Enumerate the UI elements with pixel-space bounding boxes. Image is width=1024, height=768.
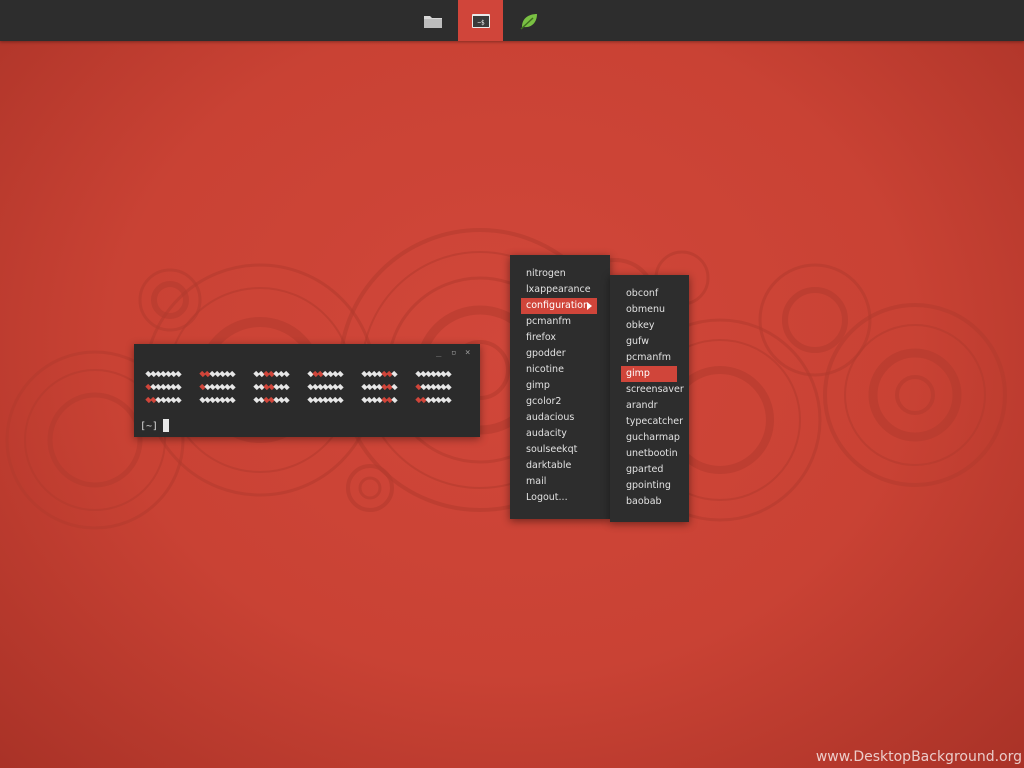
submenu-item-label: gucharmap <box>626 432 680 443</box>
text-cursor <box>163 419 169 432</box>
submenu-item-obconf[interactable]: obconf <box>621 286 677 302</box>
menu-item-label: gimp <box>526 380 550 391</box>
close-button[interactable]: × <box>465 348 470 358</box>
menu-item-firefox[interactable]: firefox <box>521 330 597 346</box>
dot <box>175 370 182 378</box>
minimize-button[interactable]: _ <box>436 348 441 358</box>
menu-item-label: mail <box>526 476 547 487</box>
dot <box>337 370 344 378</box>
dot <box>445 383 452 391</box>
menu-item-label: configuration <box>526 300 590 311</box>
dot <box>445 396 452 404</box>
submenu-item-label: gufw <box>626 336 649 347</box>
submenu-arrow-icon <box>587 302 592 310</box>
menu-item-configuration[interactable]: configuration <box>521 298 597 314</box>
menu-item-lxappearance[interactable]: lxappearance <box>521 282 597 298</box>
top-panel: ~$ <box>0 0 1024 41</box>
submenu-item-obkey[interactable]: obkey <box>621 318 677 334</box>
dot <box>337 383 344 391</box>
submenu-item-label: gimp <box>626 368 650 379</box>
submenu-item-label: obkey <box>626 320 655 331</box>
folder-icon <box>423 15 442 28</box>
submenu-item-label: screensaver <box>626 384 684 395</box>
menu-item-audacious[interactable]: audacious <box>521 410 597 426</box>
dot <box>229 396 236 404</box>
menu-item-audacity[interactable]: audacity <box>521 426 597 442</box>
menu-item-label: audacious <box>526 412 575 423</box>
submenu-item-unetbootin[interactable]: unetbootin <box>621 446 678 462</box>
menu-item-label: nitrogen <box>526 268 566 279</box>
dot <box>175 396 182 404</box>
terminal-icon: ~$ <box>471 13 490 28</box>
maximize-button[interactable]: ▫ <box>451 348 456 358</box>
submenu-item-typecatcher[interactable]: typecatcher <box>621 414 683 430</box>
dot <box>283 383 290 391</box>
dot <box>391 383 398 391</box>
submenu-item-obmenu[interactable]: obmenu <box>621 302 677 318</box>
dot <box>391 396 398 404</box>
menu-item-pcmanfm[interactable]: pcmanfm <box>521 314 597 330</box>
dot <box>283 396 290 404</box>
leaf-app-button[interactable] <box>506 0 551 41</box>
configuration-submenu: obconf obmenu obkey gufw pcmanfm gimp screensa… <box>610 275 689 522</box>
menu-item-gpodder[interactable]: gpodder <box>521 346 597 362</box>
menu-item-label: gcolor2 <box>526 396 562 407</box>
submenu-item-gufw[interactable]: gufw <box>621 334 677 350</box>
menu-item-logout[interactable]: Logout... <box>521 490 597 506</box>
submenu-item-label: obmenu <box>626 304 665 315</box>
submenu-item-gimp[interactable]: gimp <box>621 366 677 382</box>
menu-item-label: firefox <box>526 332 557 343</box>
dot <box>391 370 398 378</box>
menu-item-label: soulseekqt <box>526 444 578 455</box>
file-manager-button[interactable] <box>410 0 455 41</box>
submenu-item-label: baobab <box>626 496 662 507</box>
submenu-item-gucharmap[interactable]: gucharmap <box>621 430 680 446</box>
terminal-window[interactable]: _ ▫ × [~] <box>134 344 480 437</box>
submenu-item-label: gpointing <box>626 480 671 491</box>
menu-item-label: Logout... <box>526 492 568 503</box>
menu-item-nitrogen[interactable]: nitrogen <box>521 266 597 282</box>
menu-item-gimp[interactable]: gimp <box>521 378 597 394</box>
menu-item-darktable[interactable]: darktable <box>521 458 597 474</box>
dot <box>445 370 452 378</box>
menu-item-label: lxappearance <box>526 284 591 295</box>
menu-item-label: pcmanfm <box>526 316 571 327</box>
submenu-item-baobab[interactable]: baobab <box>621 494 677 510</box>
submenu-item-label: pcmanfm <box>626 352 671 363</box>
menu-item-label: gpodder <box>526 348 566 359</box>
dot <box>337 396 344 404</box>
menu-item-label: darktable <box>526 460 572 471</box>
dot <box>229 370 236 378</box>
submenu-item-screensaver[interactable]: screensaver <box>621 382 684 398</box>
submenu-item-label: gparted <box>626 464 664 475</box>
shell-prompt: [~] <box>140 421 159 432</box>
submenu-item-label: arandr <box>626 400 658 411</box>
dot <box>283 370 290 378</box>
terminal-button[interactable]: ~$ <box>458 0 503 41</box>
terminal-icon-label: ~$ <box>477 19 485 26</box>
submenu-item-pcmanfm[interactable]: pcmanfm <box>621 350 677 366</box>
menu-item-label: nicotine <box>526 364 564 375</box>
menu-item-label: audacity <box>526 428 567 439</box>
submenu-item-label: obconf <box>626 288 659 299</box>
menu-item-soulseekqt[interactable]: soulseekqt <box>521 442 597 458</box>
submenu-item-arandr[interactable]: arandr <box>621 398 677 414</box>
submenu-item-label: typecatcher <box>626 416 683 427</box>
leaf-icon <box>519 13 537 30</box>
root-menu: nitrogen lxappearance configuration pcmanfm… <box>510 255 610 519</box>
submenu-item-label: unetbootin <box>626 448 678 459</box>
menu-item-mail[interactable]: mail <box>521 474 597 490</box>
menu-item-nicotine[interactable]: nicotine <box>521 362 597 378</box>
dot <box>229 383 236 391</box>
submenu-item-gpointing[interactable]: gpointing <box>621 478 677 494</box>
menu-item-gcolor2[interactable]: gcolor2 <box>521 394 597 410</box>
watermark: www.DesktopBackground.org <box>815 749 1022 765</box>
submenu-item-gparted[interactable]: gparted <box>621 462 677 478</box>
dot <box>175 383 182 391</box>
